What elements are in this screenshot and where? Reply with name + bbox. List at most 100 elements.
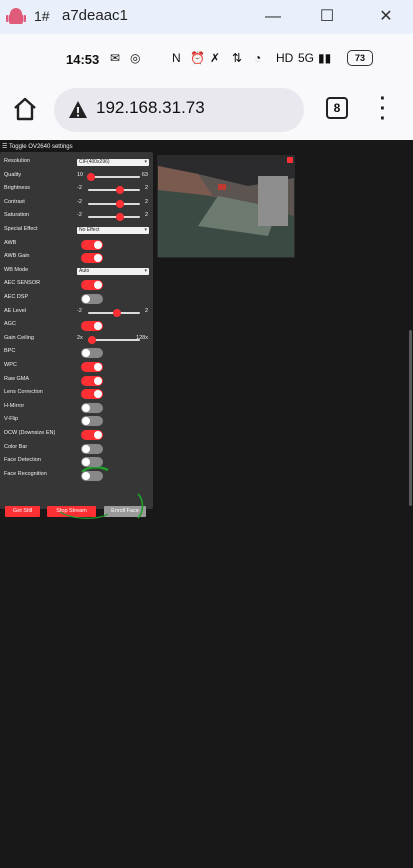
- hd-icon: HD: [276, 51, 294, 65]
- network-type: 5G: [298, 51, 315, 65]
- tab-switcher-button[interactable]: 8: [326, 97, 348, 119]
- settings-toggle[interactable]: ☰ Toggle OV2640 settings: [2, 143, 73, 150]
- gain-ceiling-slider[interactable]: [88, 335, 140, 344]
- control-label: AGC: [4, 321, 16, 328]
- control-label: Contrast: [4, 198, 25, 205]
- resolution-select[interactable]: CIF(400x296): [77, 159, 149, 166]
- slider-thumb[interactable]: [112, 308, 121, 317]
- get-still-button[interactable]: Get Still: [5, 506, 40, 517]
- address-bar[interactable]: 192.168.31.73: [54, 88, 304, 132]
- close-stream-icon[interactable]: [287, 157, 293, 163]
- control-label: DCW (Downsize EN): [4, 430, 56, 436]
- control-row-h-mirror: H-Mirror: [4, 402, 150, 414]
- control-row-dcw-downsize-en: DCW (Downsize EN): [4, 429, 150, 441]
- range-max-label: 63: [141, 171, 148, 178]
- touch-gesture-mark-2: [59, 493, 144, 519]
- raw-gma-toggle[interactable]: [81, 375, 103, 386]
- ae-level-slider[interactable]: [88, 308, 140, 317]
- range-max-label: 2: [144, 212, 148, 219]
- camera-web-page: ☰ Toggle OV2640 settings Get Still Stop …: [0, 140, 413, 868]
- android-status-bar: 14:53 ✉ ◎ N ⏰ ✗ ⇅ ◔ HD 5G ▮▮ 73: [0, 34, 413, 84]
- slider-thumb[interactable]: [116, 186, 125, 195]
- home-icon[interactable]: [12, 96, 38, 122]
- chat-icon: ◎: [130, 51, 141, 65]
- bpc-toggle[interactable]: [81, 348, 103, 359]
- face-detection-toggle[interactable]: [81, 457, 103, 468]
- control-row-brightness: Brightness -2 2: [4, 184, 150, 196]
- control-row-gain-ceiling: Gain Ceiling 2x 128x: [4, 334, 150, 346]
- control-label: BPC: [4, 348, 16, 355]
- color-bar-toggle[interactable]: [81, 443, 103, 454]
- status-time: 14:53: [66, 52, 100, 67]
- face-recognition-toggle[interactable]: [81, 470, 103, 481]
- range-max-label: 128x: [136, 334, 148, 341]
- warning-icon[interactable]: [68, 100, 88, 120]
- toggle-knob: [94, 240, 102, 249]
- control-label: AEC SENSOR: [4, 280, 41, 287]
- control-label: Lens Correction: [4, 389, 43, 396]
- range-min-label: -2: [77, 212, 82, 219]
- quality-slider[interactable]: [86, 172, 140, 181]
- dcw-downsize-en-toggle[interactable]: [81, 430, 103, 440]
- control-row-bpc: BPC: [4, 347, 150, 359]
- brightness-slider[interactable]: [88, 186, 140, 195]
- control-label: AE Level: [4, 307, 27, 314]
- control-row-quality: Quality 10 63: [4, 171, 150, 183]
- slider-thumb[interactable]: [86, 172, 95, 181]
- maximize-icon[interactable]: ☐: [316, 6, 338, 28]
- control-label: AWB Gain: [4, 253, 30, 260]
- wb-mode-select[interactable]: Auto: [77, 267, 149, 275]
- window-title-prefix: 1#: [34, 8, 50, 24]
- special-effect-select[interactable]: No Effect: [77, 227, 149, 234]
- agc-toggle[interactable]: [81, 321, 103, 332]
- lens-correction-toggle[interactable]: [81, 389, 103, 400]
- control-row-wpc: WPC: [4, 361, 150, 373]
- minimize-icon[interactable]: —: [262, 6, 284, 28]
- toggle-knob: [82, 295, 90, 303]
- aec-sensor-toggle[interactable]: [81, 280, 103, 291]
- window-titlebar: 1# a7deaac1 — ☐ ✕: [0, 0, 413, 34]
- url-text: 192.168.31.73: [96, 98, 205, 117]
- scrollbar[interactable]: [409, 330, 412, 506]
- aec-dsp-toggle[interactable]: [81, 294, 103, 304]
- toggle-knob: [82, 471, 90, 480]
- control-label: Raw GMA: [4, 375, 30, 382]
- close-icon[interactable]: ✕: [375, 6, 397, 28]
- settings-panel: Get Still Stop Stream Enroll Face Resolu…: [0, 152, 153, 519]
- data-speed-icon: ⇅: [232, 51, 243, 65]
- toggle-knob: [94, 390, 102, 399]
- browser-toolbar: 192.168.31.73 8 · · ·: [0, 84, 413, 140]
- slider-thumb[interactable]: [116, 199, 125, 208]
- nfc-icon: N: [172, 51, 181, 65]
- battery-indicator: 73: [347, 50, 373, 66]
- h-mirror-toggle[interactable]: [81, 402, 103, 413]
- v-flip-toggle[interactable]: [81, 416, 103, 427]
- contrast-slider[interactable]: [88, 199, 140, 208]
- control-row-face-detection: Face Detection: [4, 456, 150, 468]
- more-menu-icon[interactable]: · · ·: [374, 89, 392, 129]
- saturation-slider[interactable]: [88, 213, 140, 222]
- slider-thumb[interactable]: [116, 213, 125, 222]
- range-min-label: 10: [77, 171, 84, 178]
- control-label: Special Effect: [4, 226, 38, 232]
- wpc-toggle[interactable]: [81, 362, 103, 372]
- wifi-icon: ◔: [254, 51, 262, 65]
- awb-toggle[interactable]: [81, 239, 103, 250]
- slider-thumb[interactable]: [88, 335, 97, 344]
- control-label: Face Detection: [4, 457, 41, 464]
- range-max-label: 2: [144, 185, 148, 192]
- control-row-agc: AGC: [4, 320, 150, 332]
- control-row-aec-dsp: AEC DSP: [4, 293, 150, 305]
- toggle-knob: [94, 254, 102, 263]
- awb-gain-toggle[interactable]: [81, 253, 103, 264]
- control-label: V-Flip: [4, 416, 19, 423]
- control-label: Resolution: [4, 158, 30, 164]
- toggle-knob: [94, 363, 102, 371]
- control-row-resolution: Resolution CIF(400x296): [4, 157, 150, 169]
- control-row-face-recognition: Face Recognition: [4, 470, 150, 482]
- range-min-label: 2x: [77, 334, 83, 341]
- control-label: WPC: [4, 362, 17, 368]
- control-row-wb-mode: WB Mode Auto: [4, 266, 150, 278]
- toggle-knob: [82, 458, 90, 467]
- stream-frame: [158, 156, 294, 257]
